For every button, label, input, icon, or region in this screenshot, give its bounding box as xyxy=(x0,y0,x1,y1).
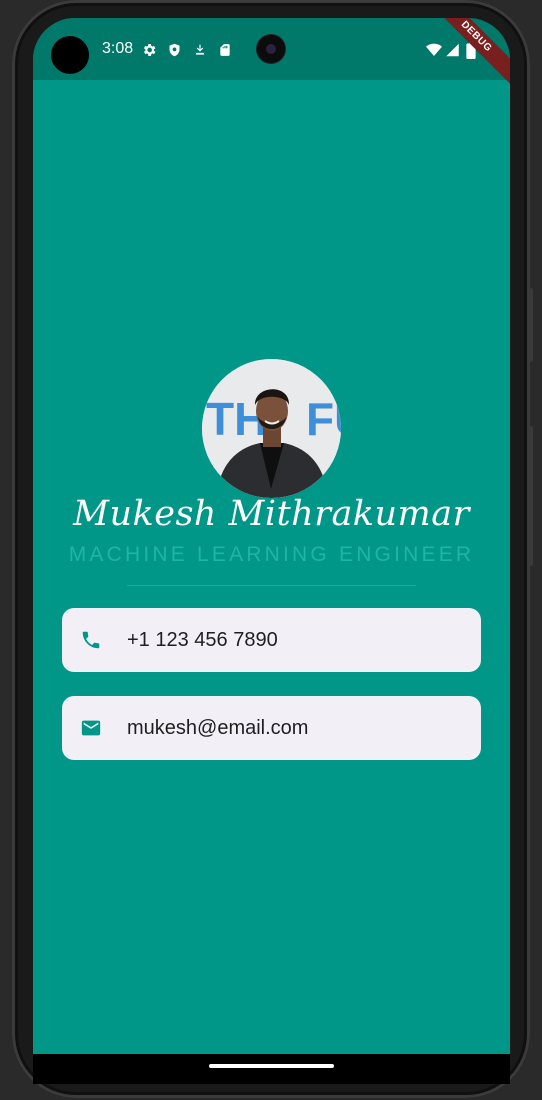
power-button xyxy=(529,288,533,362)
camera-lens xyxy=(257,35,285,63)
front-camera-cutout xyxy=(51,36,89,74)
email-address: mukesh@email.com xyxy=(127,716,309,739)
phone-icon xyxy=(82,631,100,649)
settings-icon xyxy=(143,44,156,56)
svg-text:FU: FU xyxy=(306,393,341,445)
navigation-bar xyxy=(33,1054,510,1084)
status-bar: 3:08 DEBUG xyxy=(33,18,510,86)
app-screen: 3:08 DEBUG TH F Mukesh Mithrakumar MACHI… xyxy=(33,18,510,1054)
wifi-icon xyxy=(426,43,442,56)
profile-name: Mukesh Mithrakumar xyxy=(73,494,470,534)
download-icon xyxy=(195,44,205,55)
profile-title: MACHINE LEARNING ENGINEER xyxy=(68,543,475,566)
email-card[interactable]: mukesh@email.com xyxy=(62,696,481,760)
phone-card[interactable]: +1 123 456 7890 xyxy=(62,608,481,672)
signal-icon xyxy=(446,43,459,57)
phone-number: +1 123 456 7890 xyxy=(127,628,278,651)
home-indicator[interactable] xyxy=(209,1064,334,1068)
profile-avatar: TH FU xyxy=(202,359,341,498)
sd-card-icon xyxy=(220,44,230,56)
email-icon xyxy=(81,720,101,736)
status-time: 3:08 xyxy=(102,40,134,57)
shield-icon xyxy=(169,43,180,57)
divider xyxy=(127,585,416,586)
volume-button xyxy=(529,426,533,566)
